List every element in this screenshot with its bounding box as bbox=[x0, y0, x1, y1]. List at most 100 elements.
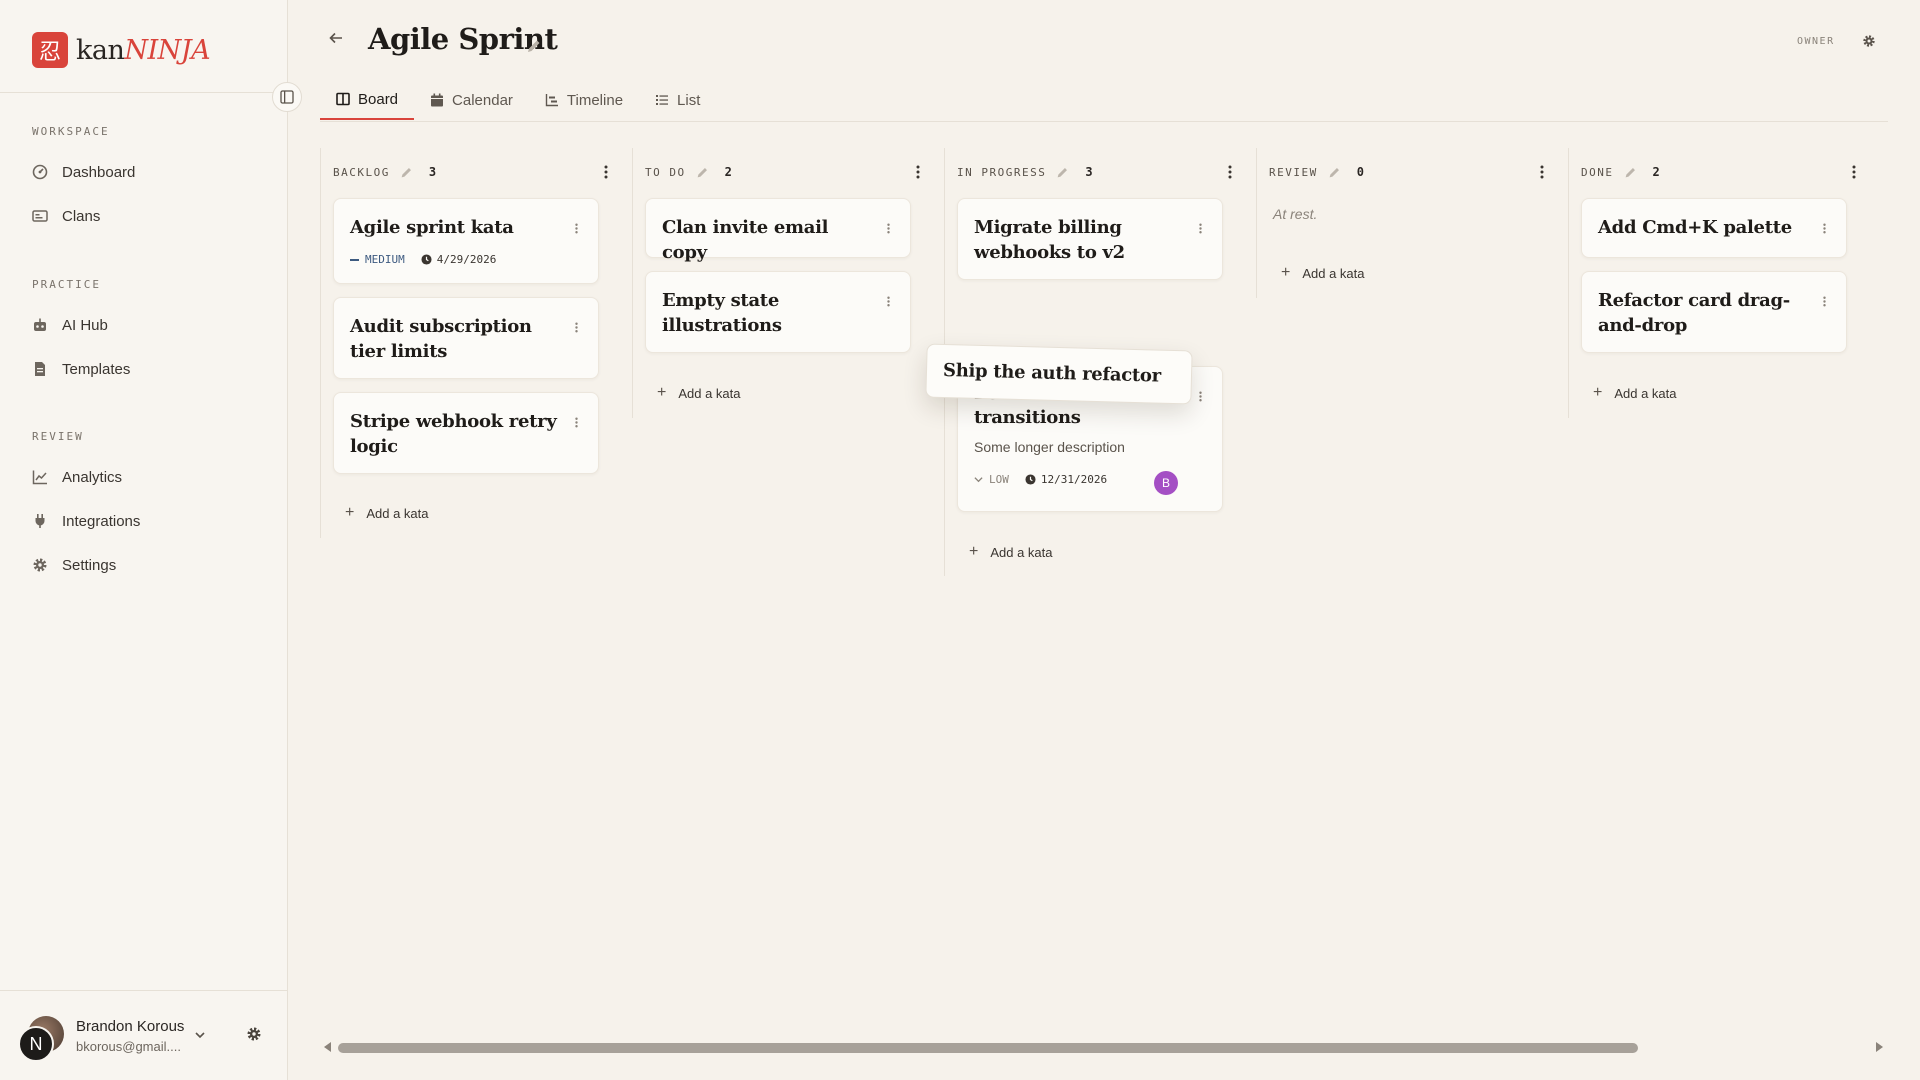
board-icon bbox=[336, 92, 350, 106]
tab-list[interactable]: List bbox=[639, 80, 716, 120]
card-title: Clan invite email copy bbox=[662, 217, 829, 263]
pencil-icon[interactable] bbox=[1328, 166, 1341, 179]
role-badge: OWNER bbox=[1797, 36, 1835, 47]
horizontal-scrollbar-thumb[interactable] bbox=[338, 1043, 1638, 1053]
board-settings-button[interactable] bbox=[1862, 34, 1876, 53]
kata-card[interactable]: Add Cmd+K palette bbox=[1581, 198, 1847, 258]
tab-calendar[interactable]: Calendar bbox=[414, 80, 529, 120]
add-kata-button[interactable]: + Add a kata bbox=[345, 504, 429, 522]
kata-card[interactable]: Audit subscription tier limits bbox=[333, 297, 599, 379]
add-kata-button[interactable]: + Add a kata bbox=[1593, 384, 1677, 402]
kata-card[interactable]: Clan invite email copy bbox=[645, 198, 911, 263]
pencil-icon[interactable] bbox=[400, 166, 413, 179]
sidebar-item-settings[interactable]: Settings bbox=[32, 543, 140, 587]
sidebar-item-label: Dashboard bbox=[62, 163, 136, 181]
column-title: DONE bbox=[1581, 165, 1614, 179]
dashboard-icon bbox=[32, 164, 48, 180]
chevron-down-icon[interactable] bbox=[194, 1028, 206, 1046]
add-kata-label: Add a kata bbox=[990, 544, 1053, 560]
more-vertical-icon[interactable] bbox=[1199, 221, 1202, 239]
gear-icon[interactable] bbox=[246, 1026, 262, 1047]
gear-icon bbox=[32, 557, 48, 573]
card-title: Migrate billing webhooks to v2 bbox=[974, 217, 1125, 263]
sidebar-item-analytics[interactable]: Analytics bbox=[32, 455, 140, 499]
kata-card[interactable]: Refactor card drag-and-drop bbox=[1581, 271, 1847, 353]
card-meta: MEDIUM 4/29/2026 bbox=[350, 253, 496, 266]
tab-board[interactable]: Board bbox=[320, 80, 415, 120]
assignee-avatar[interactable]: B bbox=[1154, 471, 1178, 495]
more-vertical-icon[interactable] bbox=[575, 320, 578, 338]
scroll-right-arrow[interactable] bbox=[1876, 1042, 1883, 1052]
more-vertical-icon[interactable] bbox=[575, 415, 578, 433]
add-kata-label: Add a kata bbox=[1614, 385, 1677, 401]
kata-card[interactable]: Agile sprint kata MEDIUM 4/29/2026 bbox=[333, 198, 599, 284]
column-header: REVIEW 0 bbox=[1257, 148, 1568, 196]
more-vertical-icon[interactable] bbox=[916, 165, 920, 184]
sidebar-item-templates[interactable]: Templates bbox=[32, 347, 130, 391]
kata-card[interactable]: Stripe webhook retry logic bbox=[333, 392, 599, 474]
more-vertical-icon[interactable] bbox=[1852, 165, 1856, 184]
add-kata-button[interactable]: + Add a kata bbox=[657, 384, 741, 402]
more-vertical-icon[interactable] bbox=[1823, 221, 1826, 239]
column-header: IN PROGRESS 3 bbox=[945, 148, 1256, 196]
tab-timeline[interactable]: Timeline bbox=[529, 80, 639, 120]
kata-card[interactable]: Empty state illustrations bbox=[645, 271, 911, 353]
add-kata-label: Add a kata bbox=[366, 505, 429, 521]
sidebar-item-clans[interactable]: Clans bbox=[32, 194, 135, 238]
due-date: 4/29/2026 bbox=[436, 253, 497, 266]
plus-icon: + bbox=[1281, 264, 1291, 281]
collapse-sidebar-button[interactable] bbox=[272, 82, 302, 112]
kata-card[interactable]: Migrate billing webhooks to v2 bbox=[957, 198, 1223, 280]
user-menu[interactable]: N Brandon Korous bkorous@gmail.... bbox=[18, 1012, 278, 1068]
column-backlog: BACKLOG 3 Agile sprint kata MEDIUM 4/29/… bbox=[320, 148, 632, 538]
nav-heading: WORKSPACE bbox=[32, 125, 110, 138]
column-header: DONE 2 bbox=[1569, 148, 1880, 196]
more-vertical-icon[interactable] bbox=[1823, 294, 1826, 312]
more-vertical-icon[interactable] bbox=[1228, 165, 1232, 184]
pencil-icon bbox=[528, 40, 540, 52]
more-vertical-icon[interactable] bbox=[887, 294, 890, 312]
calendar-icon bbox=[430, 93, 444, 107]
sidebar-item-ai-hub[interactable]: AI Hub bbox=[32, 303, 130, 347]
robot-icon bbox=[32, 317, 48, 333]
back-button[interactable] bbox=[328, 30, 344, 51]
more-vertical-icon[interactable] bbox=[1199, 389, 1202, 407]
more-vertical-icon[interactable] bbox=[1540, 165, 1544, 184]
more-vertical-icon[interactable] bbox=[887, 221, 890, 239]
timeline-icon bbox=[545, 93, 559, 107]
clock-icon bbox=[1025, 474, 1036, 485]
add-kata-button[interactable]: + Add a kata bbox=[969, 543, 1053, 561]
more-vertical-icon[interactable] bbox=[575, 221, 578, 239]
card-meta: LOW 12/31/2026 bbox=[974, 473, 1107, 486]
priority-label: LOW bbox=[989, 473, 1009, 486]
pencil-icon[interactable] bbox=[696, 166, 709, 179]
divider bbox=[320, 121, 1888, 122]
column-title: TO DO bbox=[645, 165, 686, 179]
column-count: 2 bbox=[724, 165, 732, 179]
priority-medium-icon bbox=[350, 258, 359, 261]
clock-icon bbox=[421, 254, 432, 265]
clans-icon bbox=[32, 208, 48, 224]
user-name: Brandon Korous bbox=[76, 1018, 185, 1035]
app-logo[interactable]: 忍 kanNINJA bbox=[32, 32, 211, 68]
column-count: 3 bbox=[428, 165, 437, 179]
list-icon bbox=[655, 93, 669, 107]
more-vertical-icon[interactable] bbox=[604, 165, 608, 184]
column-review: REVIEW 0 At rest. + Add a kata bbox=[1256, 148, 1568, 298]
sidebar-toggle-icon bbox=[280, 90, 294, 104]
avatar: N bbox=[18, 1016, 64, 1062]
add-kata-button[interactable]: + Add a kata bbox=[1281, 264, 1365, 282]
pencil-icon[interactable] bbox=[1624, 166, 1637, 179]
sidebar-item-integrations[interactable]: Integrations bbox=[32, 499, 140, 543]
chevron-down-icon bbox=[974, 475, 983, 484]
document-icon bbox=[32, 361, 48, 377]
sidebar-item-dashboard[interactable]: Dashboard bbox=[32, 150, 135, 194]
nav-section-practice: PRACTICE AI Hub Templates bbox=[32, 278, 130, 391]
column-done: DONE 2 Add Cmd+K palette Refactor card d… bbox=[1568, 148, 1880, 418]
pencil-icon[interactable] bbox=[1056, 166, 1069, 179]
scroll-left-arrow[interactable] bbox=[324, 1042, 331, 1052]
dragging-card[interactable]: Ship the auth refactor bbox=[925, 343, 1193, 405]
plus-icon: + bbox=[345, 504, 355, 521]
sidebar-item-label: AI Hub bbox=[62, 316, 108, 334]
edit-title-button[interactable] bbox=[526, 38, 542, 59]
